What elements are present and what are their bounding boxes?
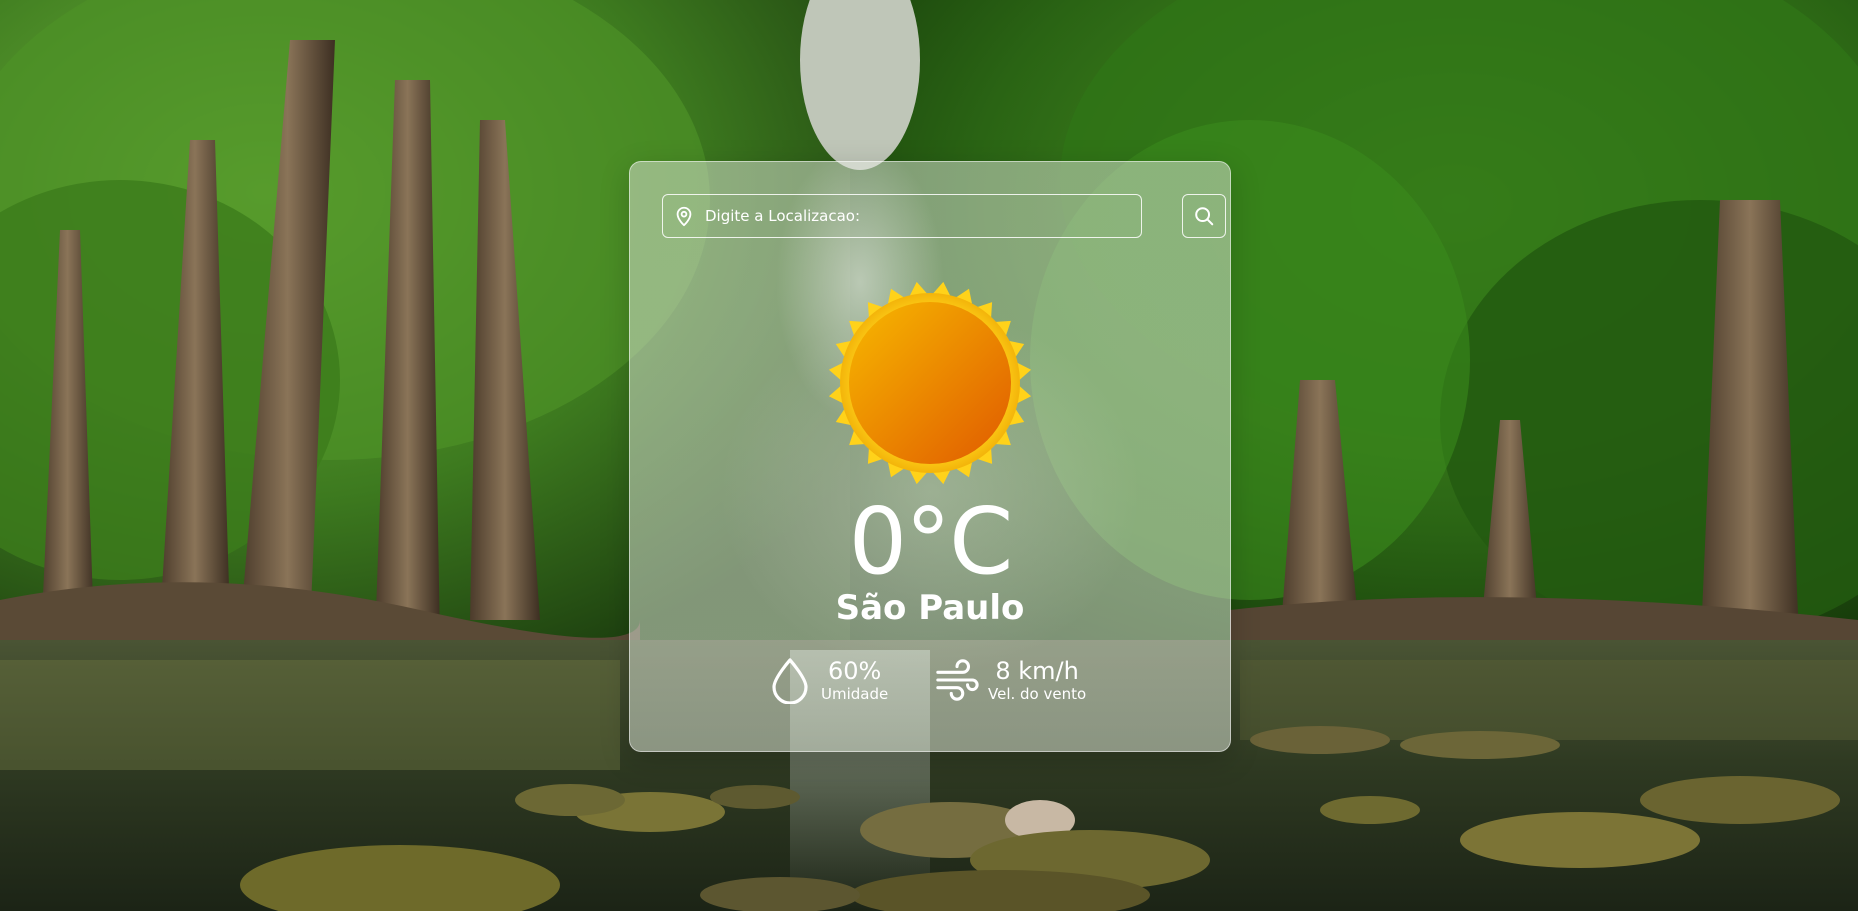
humidity-block: 60% Umidade	[767, 657, 889, 704]
wind-label: Vel. do vento	[988, 685, 1087, 703]
search-icon	[1195, 207, 1214, 226]
location-input[interactable]	[703, 206, 1127, 226]
water-drop-icon	[767, 657, 813, 704]
city-name: São Paulo	[835, 588, 1025, 628]
wind-block: 8 km/h Vel. do vento	[934, 657, 1086, 703]
search-button[interactable]	[1182, 194, 1226, 238]
wind-value: 8 km/h	[995, 657, 1079, 685]
sun-icon	[828, 281, 1032, 485]
humidity-label: Umidade	[821, 685, 889, 703]
temperature-value: 0°C	[848, 488, 1014, 595]
wind-icon	[934, 657, 980, 703]
weather-card: 0°C São Paulo 60% Umidade	[629, 161, 1231, 752]
app-root: 0°C São Paulo 60% Umidade	[0, 0, 1858, 911]
search-box[interactable]	[662, 194, 1142, 238]
map-pin-icon	[673, 205, 695, 227]
search-row	[662, 194, 1226, 238]
humidity-value: 60%	[827, 657, 882, 685]
weather-details: 60% Umidade 8 km/h Vel. do vento	[630, 657, 1230, 713]
